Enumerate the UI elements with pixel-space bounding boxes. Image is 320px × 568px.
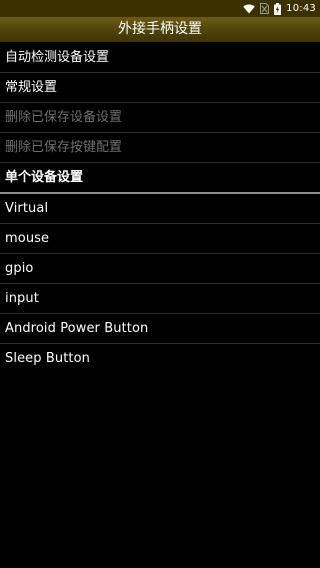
settings-item-delete-device-settings: 删除已保存设备设置	[0, 103, 320, 133]
settings-item-auto-detect[interactable]: 自动检测设备设置	[0, 43, 320, 73]
device-item-mouse[interactable]: mouse	[0, 224, 320, 254]
section-header-label: 单个设备设置	[5, 170, 84, 185]
device-item-label: Sleep Button	[5, 351, 90, 366]
page-title: 外接手柄设置	[118, 21, 202, 37]
settings-item-delete-key-config: 删除已保存按键配置	[0, 133, 320, 163]
device-item-sleep-button[interactable]: Sleep Button	[0, 344, 320, 373]
device-item-label: gpio	[5, 261, 34, 276]
settings-item-general[interactable]: 常规设置	[0, 73, 320, 103]
status-icons: 10:43	[243, 2, 316, 15]
settings-item-label: 删除已保存设备设置	[5, 110, 123, 125]
app-bar: 外接手柄设置	[0, 17, 320, 42]
settings-list: 自动检测设备设置 常规设置 删除已保存设备设置 删除已保存按键配置 单个设备设置…	[0, 43, 320, 373]
device-item-gpio[interactable]: gpio	[0, 254, 320, 284]
settings-item-label: 常规设置	[5, 80, 58, 95]
section-header-single-device: 单个设备设置	[0, 163, 320, 194]
status-time: 10:43	[286, 3, 316, 14]
wifi-icon	[243, 4, 255, 14]
device-item-label: Android Power Button	[5, 321, 149, 336]
sim-no-signal-icon	[260, 3, 270, 14]
battery-charging-icon	[274, 2, 282, 15]
status-bar: 10:43	[0, 0, 320, 17]
device-item-virtual[interactable]: Virtual	[0, 194, 320, 224]
settings-item-label: 自动检测设备设置	[5, 50, 110, 65]
device-item-label: Virtual	[5, 201, 49, 216]
settings-item-label: 删除已保存按键配置	[5, 140, 123, 155]
device-item-label: input	[5, 291, 39, 306]
device-item-label: mouse	[5, 231, 50, 246]
device-item-input[interactable]: input	[0, 284, 320, 314]
device-item-android-power-button[interactable]: Android Power Button	[0, 314, 320, 344]
